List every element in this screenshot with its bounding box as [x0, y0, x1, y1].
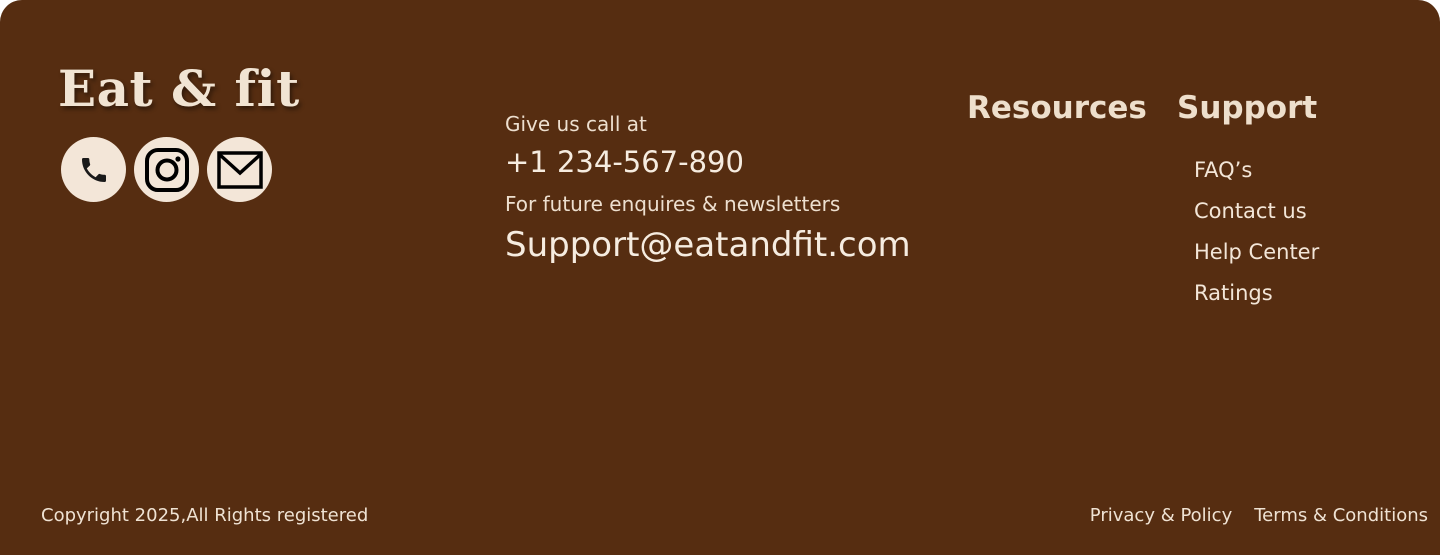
legal-links: Privacy & Policy Terms & Conditions: [1090, 502, 1428, 530]
support-heading: Support: [1177, 90, 1318, 126]
resources-heading: Resources: [967, 90, 1147, 126]
contact-info: Give us call at +1 234-567-890 For futur…: [505, 110, 911, 268]
social-links: [61, 137, 272, 202]
newsletter-label: For future enquires & newsletters: [505, 192, 841, 216]
support-link-help-center[interactable]: Help Center: [1194, 232, 1319, 273]
support-link-contact-us[interactable]: Contact us: [1194, 191, 1319, 232]
terms-conditions-link[interactable]: Terms & Conditions: [1254, 502, 1428, 530]
mail-button[interactable]: [207, 137, 272, 202]
instagram-icon: [144, 147, 189, 192]
phone-button[interactable]: [61, 137, 126, 202]
phone-icon: [81, 157, 106, 182]
brand-logo[interactable]: Eat & fit: [58, 54, 300, 124]
support-link-faqs[interactable]: FAQ’s: [1194, 150, 1319, 191]
support-link-ratings[interactable]: Ratings: [1194, 273, 1319, 314]
privacy-policy-link[interactable]: Privacy & Policy: [1090, 502, 1232, 530]
site-footer: Eat & fit Give us call at +1 234-567-890…: [0, 0, 1440, 555]
support-links: FAQ’s Contact us Help Center Ratings: [1194, 150, 1319, 314]
call-label: Give us call at: [505, 112, 647, 136]
copyright-text: Copyright 2025,All Rights registered: [41, 505, 369, 526]
phone-number[interactable]: +1 234-567-890: [505, 142, 911, 182]
instagram-button[interactable]: [134, 137, 199, 202]
mail-icon: [216, 150, 263, 189]
support-email[interactable]: Support@eatandfit.com: [505, 222, 911, 268]
